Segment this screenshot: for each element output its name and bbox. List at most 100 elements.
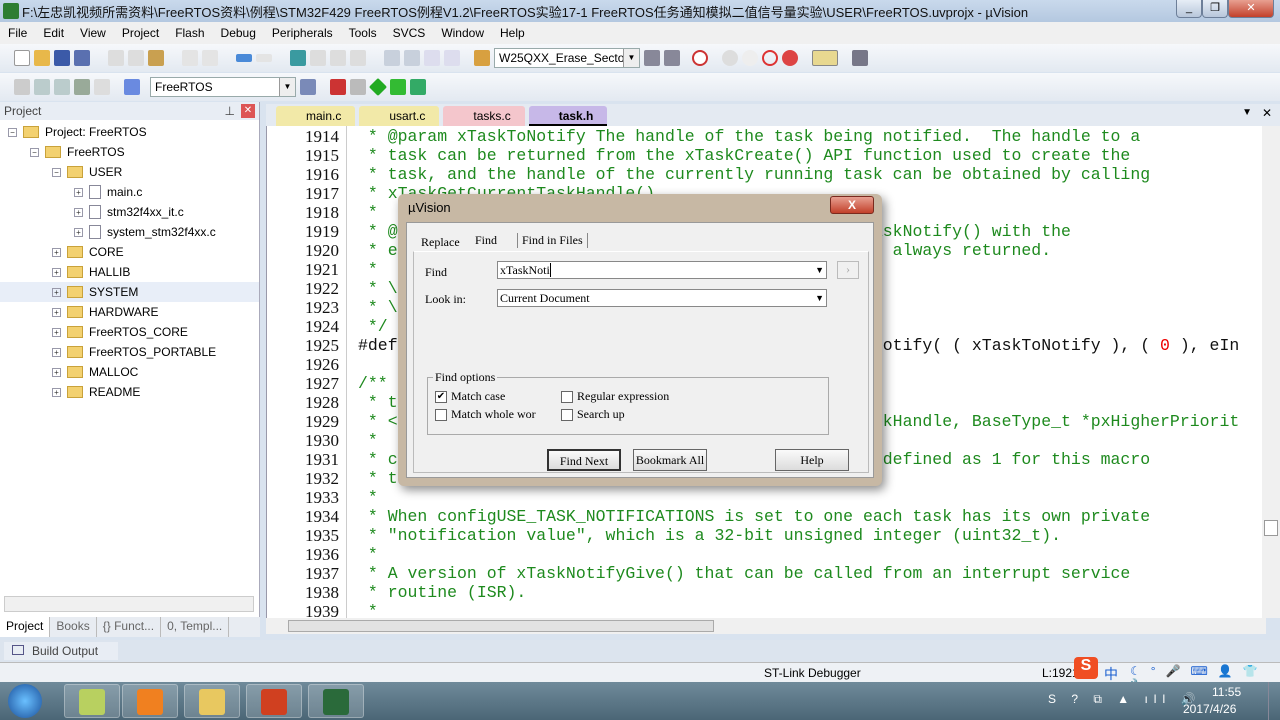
horizontal-scrollbar[interactable]: [4, 596, 254, 612]
taskbar-app-keil-uvision5[interactable]: [308, 684, 364, 718]
taskbar-app-notepad++[interactable]: [64, 684, 120, 718]
minimize-button[interactable]: _: [1176, 0, 1202, 18]
menu-project[interactable]: Project: [114, 26, 167, 40]
checkbox[interactable]: [435, 409, 447, 422]
load-icon[interactable]: [124, 79, 140, 95]
expand-icon[interactable]: −: [52, 167, 61, 177]
checkbox[interactable]: [561, 391, 573, 404]
show-desktop-button[interactable]: [1268, 682, 1280, 720]
chevron-down-icon[interactable]: ▼: [815, 262, 824, 278]
expand-icon[interactable]: +: [74, 187, 83, 197]
taskbar-app-powerpoint[interactable]: [246, 684, 302, 718]
find-in-files-icon[interactable]: [474, 50, 490, 66]
tree-item[interactable]: + stm32f4xx_it.c: [0, 202, 259, 222]
menu-file[interactable]: File: [0, 26, 35, 40]
panel-tab[interactable]: Project: [0, 617, 51, 637]
undo-icon[interactable]: [182, 50, 198, 66]
comment-icon[interactable]: [424, 50, 440, 66]
panel-tab[interactable]: 0, Templ...: [161, 617, 230, 637]
select-packs-icon[interactable]: [368, 77, 388, 97]
open-file-icon[interactable]: [34, 50, 50, 66]
save-all-icon[interactable]: [74, 50, 90, 66]
vertical-scrollbar[interactable]: [1262, 126, 1280, 618]
indent-icon[interactable]: [384, 50, 400, 66]
tab-tasks-c[interactable]: tasks.c: [443, 106, 525, 126]
configure-icon[interactable]: [852, 50, 868, 66]
breakpoint-disabled-icon[interactable]: [742, 50, 758, 66]
close-panel-icon[interactable]: ✕: [241, 104, 255, 118]
menu-svcs[interactable]: SVCS: [385, 26, 434, 40]
chevron-down-icon[interactable]: ▼: [815, 290, 824, 306]
menu-debug[interactable]: Debug: [213, 26, 264, 40]
prev-bookmark-icon[interactable]: [310, 50, 326, 66]
tree-item[interactable]: − FreeRTOS: [0, 142, 259, 162]
help-button[interactable]: Help: [775, 449, 849, 471]
expand-icon[interactable]: +: [74, 227, 83, 237]
rebuild-icon[interactable]: [54, 79, 70, 95]
tab-find-in-files[interactable]: Find in Files: [517, 233, 588, 248]
menu-window[interactable]: Window: [433, 26, 492, 40]
horizontal-scrollbar[interactable]: [266, 618, 1266, 634]
panel-tab[interactable]: Books: [50, 617, 97, 637]
tree-item[interactable]: − USER: [0, 162, 259, 182]
navigate-back-icon[interactable]: [236, 54, 252, 62]
bookmark-all-button[interactable]: Bookmark All: [633, 449, 707, 471]
tab-task-h[interactable]: task.h: [528, 106, 608, 126]
panel-tab[interactable]: {} Funct...: [97, 617, 162, 637]
find-combo[interactable]: W25QXX_Erase_Sector ▼: [494, 48, 640, 68]
paste-icon[interactable]: [148, 50, 164, 66]
find-input[interactable]: xTaskNoti ▼: [497, 261, 827, 279]
pack-installer-icon[interactable]: [390, 79, 406, 95]
batch-build-icon[interactable]: [74, 79, 90, 95]
tab-build-output[interactable]: Build Output: [4, 642, 118, 660]
option-match-case[interactable]: ✔ Match case: [435, 389, 505, 404]
expand-icon[interactable]: +: [52, 327, 61, 337]
maximize-button[interactable]: ❐: [1202, 0, 1228, 18]
new-file-icon[interactable]: [14, 50, 30, 66]
build-icon[interactable]: [34, 79, 50, 95]
sogou-ime-icon[interactable]: S: [1074, 657, 1098, 679]
tree-item[interactable]: + CORE: [0, 242, 259, 262]
dialog-close-button[interactable]: X: [830, 196, 874, 214]
kill-all-breakpoints-icon[interactable]: [782, 50, 798, 66]
tray-icons[interactable]: S ? ⧉ ▲ ıll 🔊: [1048, 692, 1201, 707]
taskbar-app-foxit-pdf[interactable]: [122, 684, 178, 718]
tree-item[interactable]: + system_stm32f4xx.c: [0, 222, 259, 242]
breakpoint-icon[interactable]: [722, 50, 738, 66]
start-button[interactable]: [8, 684, 42, 718]
tab-main-c[interactable]: main.c: [276, 106, 356, 126]
cut-icon[interactable]: [108, 50, 124, 66]
chevron-down-icon[interactable]: ▼: [279, 78, 295, 96]
menu-peripherals[interactable]: Peripherals: [264, 26, 341, 40]
pin-icon[interactable]: ⊥: [225, 102, 235, 120]
tab-usart-c[interactable]: usart.c: [359, 106, 440, 126]
redo-icon[interactable]: [202, 50, 218, 66]
expand-icon[interactable]: +: [52, 387, 61, 397]
expand-icon[interactable]: +: [74, 207, 83, 217]
tree-item[interactable]: + HALLIB: [0, 262, 259, 282]
ime-mode-indicator[interactable]: 中: [1104, 664, 1118, 684]
debug-start-icon[interactable]: [692, 50, 708, 66]
tree-item[interactable]: + main.c: [0, 182, 259, 202]
expand-icon[interactable]: −: [8, 127, 17, 137]
manage-rte-icon[interactable]: [410, 79, 426, 95]
disable-all-breakpoints-icon[interactable]: [762, 50, 778, 66]
tab-list-icon[interactable]: ▼: [1242, 107, 1252, 118]
option-regular-expression[interactable]: Regular expression: [561, 389, 669, 404]
clear-bookmarks-icon[interactable]: [350, 50, 366, 66]
expand-icon[interactable]: −: [30, 147, 39, 157]
tree-item[interactable]: + README: [0, 382, 259, 402]
tree-item[interactable]: + HARDWARE: [0, 302, 259, 322]
option-search-up[interactable]: Search up: [561, 407, 625, 422]
target-options-icon[interactable]: [300, 79, 316, 95]
tree-item[interactable]: + FreeRTOS_CORE: [0, 322, 259, 342]
next-bookmark-icon[interactable]: [330, 50, 346, 66]
manage-project-icon[interactable]: [330, 79, 346, 95]
menu-help[interactable]: Help: [492, 26, 533, 40]
bookmark-icon[interactable]: [290, 50, 306, 66]
expand-icon[interactable]: +: [52, 307, 61, 317]
tab-replace[interactable]: Replace: [421, 235, 460, 250]
incremental-find-icon[interactable]: [664, 50, 680, 66]
expand-icon[interactable]: +: [52, 367, 61, 377]
expand-icon[interactable]: +: [52, 287, 61, 297]
